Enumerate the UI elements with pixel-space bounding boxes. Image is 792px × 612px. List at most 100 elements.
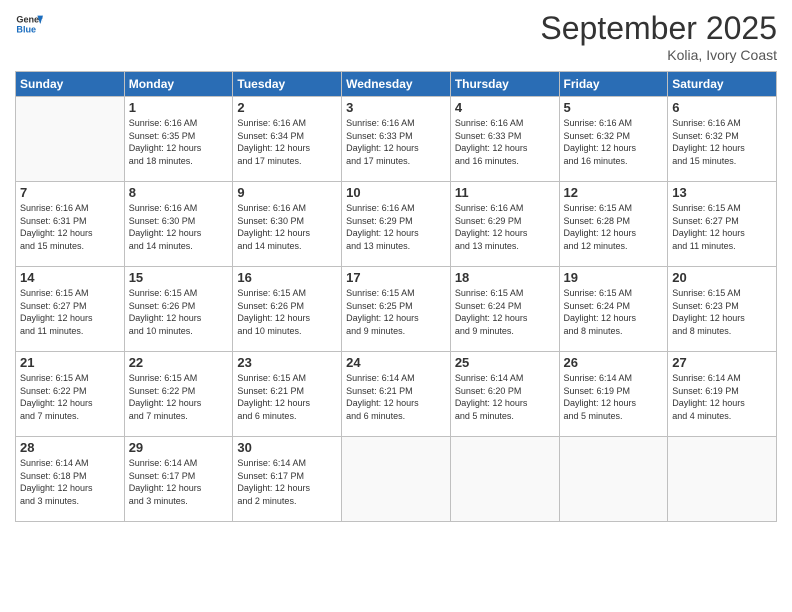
table-row: 9 Sunrise: 6:16 AMSunset: 6:30 PMDaylight…	[233, 182, 342, 267]
table-row: 29 Sunrise: 6:14 AMSunset: 6:17 PMDayligh…	[124, 437, 233, 522]
table-row: 18 Sunrise: 6:15 AMSunset: 6:24 PMDayligh…	[450, 267, 559, 352]
day-info: Sunrise: 6:16 AMSunset: 6:33 PMDaylight:…	[455, 117, 555, 167]
day-number: 18	[455, 270, 555, 285]
day-info: Sunrise: 6:14 AMSunset: 6:19 PMDaylight:…	[672, 372, 772, 422]
table-row: 3 Sunrise: 6:16 AMSunset: 6:33 PMDaylight…	[342, 97, 451, 182]
header-saturday: Saturday	[668, 72, 777, 97]
table-row	[559, 437, 668, 522]
logo-icon: General Blue	[15, 10, 43, 38]
calendar-table: Sunday Monday Tuesday Wednesday Thursday…	[15, 71, 777, 522]
header-wednesday: Wednesday	[342, 72, 451, 97]
day-info: Sunrise: 6:15 AMSunset: 6:27 PMDaylight:…	[672, 202, 772, 252]
table-row: 1Sunrise: 6:16 AMSunset: 6:35 PMDaylight…	[124, 97, 233, 182]
location-subtitle: Kolia, Ivory Coast	[540, 47, 777, 63]
day-info: Sunrise: 6:16 AMSunset: 6:35 PMDaylight:…	[129, 117, 229, 167]
day-info: Sunrise: 6:16 AMSunset: 6:32 PMDaylight:…	[672, 117, 772, 167]
day-info: Sunrise: 6:16 AMSunset: 6:29 PMDaylight:…	[346, 202, 446, 252]
table-row: 28 Sunrise: 6:14 AMSunset: 6:18 PMDayligh…	[16, 437, 125, 522]
table-row: 6 Sunrise: 6:16 AMSunset: 6:32 PMDaylight…	[668, 97, 777, 182]
day-number: 4	[455, 100, 555, 115]
day-number: 16	[237, 270, 337, 285]
table-row: 26 Sunrise: 6:14 AMSunset: 6:19 PMDayligh…	[559, 352, 668, 437]
table-row: 17 Sunrise: 6:15 AMSunset: 6:25 PMDayligh…	[342, 267, 451, 352]
day-info: Sunrise: 6:15 AMSunset: 6:24 PMDaylight:…	[455, 287, 555, 337]
table-row: 15Sunrise: 6:15 AMSunset: 6:26 PMDayligh…	[124, 267, 233, 352]
calendar-header-row: Sunday Monday Tuesday Wednesday Thursday…	[16, 72, 777, 97]
day-number: 30	[237, 440, 337, 455]
day-number: 19	[564, 270, 664, 285]
table-row	[16, 97, 125, 182]
table-row: 7Sunrise: 6:16 AMSunset: 6:31 PMDaylight…	[16, 182, 125, 267]
day-info: Sunrise: 6:16 AMSunset: 6:29 PMDaylight:…	[455, 202, 555, 252]
table-row: 8 Sunrise: 6:16 AMSunset: 6:30 PMDaylight…	[124, 182, 233, 267]
day-number: 24	[346, 355, 446, 370]
day-number: 17	[346, 270, 446, 285]
day-info: Sunrise: 6:16 AMSunset: 6:34 PMDaylight:…	[237, 117, 337, 167]
day-info: Sunrise: 6:15 AMSunset: 6:22 PMDaylight:…	[129, 372, 229, 422]
table-row: 27Sunrise: 6:14 AMSunset: 6:19 PMDayligh…	[668, 352, 777, 437]
table-row: 30 Sunrise: 6:14 AMSunset: 6:17 PMDayligh…	[233, 437, 342, 522]
header-thursday: Thursday	[450, 72, 559, 97]
day-info: Sunrise: 6:16 AMSunset: 6:33 PMDaylight:…	[346, 117, 446, 167]
day-info: Sunrise: 6:15 AMSunset: 6:23 PMDaylight:…	[672, 287, 772, 337]
calendar-week-row: 1Sunrise: 6:16 AMSunset: 6:35 PMDaylight…	[16, 97, 777, 182]
header-friday: Friday	[559, 72, 668, 97]
page: General Blue September 2025 Kolia, Ivory…	[0, 0, 792, 612]
day-info: Sunrise: 6:15 AMSunset: 6:28 PMDaylight:…	[564, 202, 664, 252]
day-info: Sunrise: 6:15 AMSunset: 6:25 PMDaylight:…	[346, 287, 446, 337]
day-info: Sunrise: 6:16 AMSunset: 6:30 PMDaylight:…	[237, 202, 337, 252]
day-number: 7	[20, 185, 120, 200]
table-row	[342, 437, 451, 522]
day-number: 8	[129, 185, 229, 200]
table-row: 10Sunrise: 6:16 AMSunset: 6:29 PMDayligh…	[342, 182, 451, 267]
day-number: 26	[564, 355, 664, 370]
table-row	[668, 437, 777, 522]
calendar-week-row: 7Sunrise: 6:16 AMSunset: 6:31 PMDaylight…	[16, 182, 777, 267]
day-number: 12	[564, 185, 664, 200]
table-row: 16Sunrise: 6:15 AMSunset: 6:26 PMDayligh…	[233, 267, 342, 352]
day-info: Sunrise: 6:15 AMSunset: 6:22 PMDaylight:…	[20, 372, 120, 422]
day-info: Sunrise: 6:14 AMSunset: 6:17 PMDaylight:…	[129, 457, 229, 507]
day-number: 11	[455, 185, 555, 200]
header-sunday: Sunday	[16, 72, 125, 97]
day-info: Sunrise: 6:14 AMSunset: 6:20 PMDaylight:…	[455, 372, 555, 422]
day-info: Sunrise: 6:14 AMSunset: 6:21 PMDaylight:…	[346, 372, 446, 422]
month-title: September 2025	[540, 10, 777, 47]
day-number: 23	[237, 355, 337, 370]
svg-text:Blue: Blue	[16, 24, 36, 34]
table-row: 23Sunrise: 6:15 AMSunset: 6:21 PMDayligh…	[233, 352, 342, 437]
day-number: 3	[346, 100, 446, 115]
day-info: Sunrise: 6:15 AMSunset: 6:26 PMDaylight:…	[129, 287, 229, 337]
day-info: Sunrise: 6:14 AMSunset: 6:17 PMDaylight:…	[237, 457, 337, 507]
day-number: 9	[237, 185, 337, 200]
logo: General Blue	[15, 10, 43, 38]
day-info: Sunrise: 6:15 AMSunset: 6:27 PMDaylight:…	[20, 287, 120, 337]
table-row: 25 Sunrise: 6:14 AMSunset: 6:20 PMDayligh…	[450, 352, 559, 437]
day-number: 2	[237, 100, 337, 115]
day-info: Sunrise: 6:16 AMSunset: 6:32 PMDaylight:…	[564, 117, 664, 167]
day-number: 6	[672, 100, 772, 115]
table-row: 14 Sunrise: 6:15 AMSunset: 6:27 PMDayligh…	[16, 267, 125, 352]
header-monday: Monday	[124, 72, 233, 97]
table-row: 19Sunrise: 6:15 AMSunset: 6:24 PMDayligh…	[559, 267, 668, 352]
day-info: Sunrise: 6:14 AMSunset: 6:19 PMDaylight:…	[564, 372, 664, 422]
table-row: 22Sunrise: 6:15 AMSunset: 6:22 PMDayligh…	[124, 352, 233, 437]
table-row: 24 Sunrise: 6:14 AMSunset: 6:21 PMDayligh…	[342, 352, 451, 437]
day-number: 28	[20, 440, 120, 455]
day-number: 5	[564, 100, 664, 115]
header-tuesday: Tuesday	[233, 72, 342, 97]
day-number: 25	[455, 355, 555, 370]
table-row: 13Sunrise: 6:15 AMSunset: 6:27 PMDayligh…	[668, 182, 777, 267]
table-row: 12 Sunrise: 6:15 AMSunset: 6:28 PMDayligh…	[559, 182, 668, 267]
day-number: 29	[129, 440, 229, 455]
table-row: 11 Sunrise: 6:16 AMSunset: 6:29 PMDayligh…	[450, 182, 559, 267]
day-number: 14	[20, 270, 120, 285]
calendar-week-row: 21 Sunrise: 6:15 AMSunset: 6:22 PMDayligh…	[16, 352, 777, 437]
table-row: 5 Sunrise: 6:16 AMSunset: 6:32 PMDaylight…	[559, 97, 668, 182]
day-info: Sunrise: 6:14 AMSunset: 6:18 PMDaylight:…	[20, 457, 120, 507]
calendar-week-row: 14 Sunrise: 6:15 AMSunset: 6:27 PMDayligh…	[16, 267, 777, 352]
table-row	[450, 437, 559, 522]
header: General Blue September 2025 Kolia, Ivory…	[15, 10, 777, 63]
day-number: 21	[20, 355, 120, 370]
day-info: Sunrise: 6:16 AMSunset: 6:30 PMDaylight:…	[129, 202, 229, 252]
